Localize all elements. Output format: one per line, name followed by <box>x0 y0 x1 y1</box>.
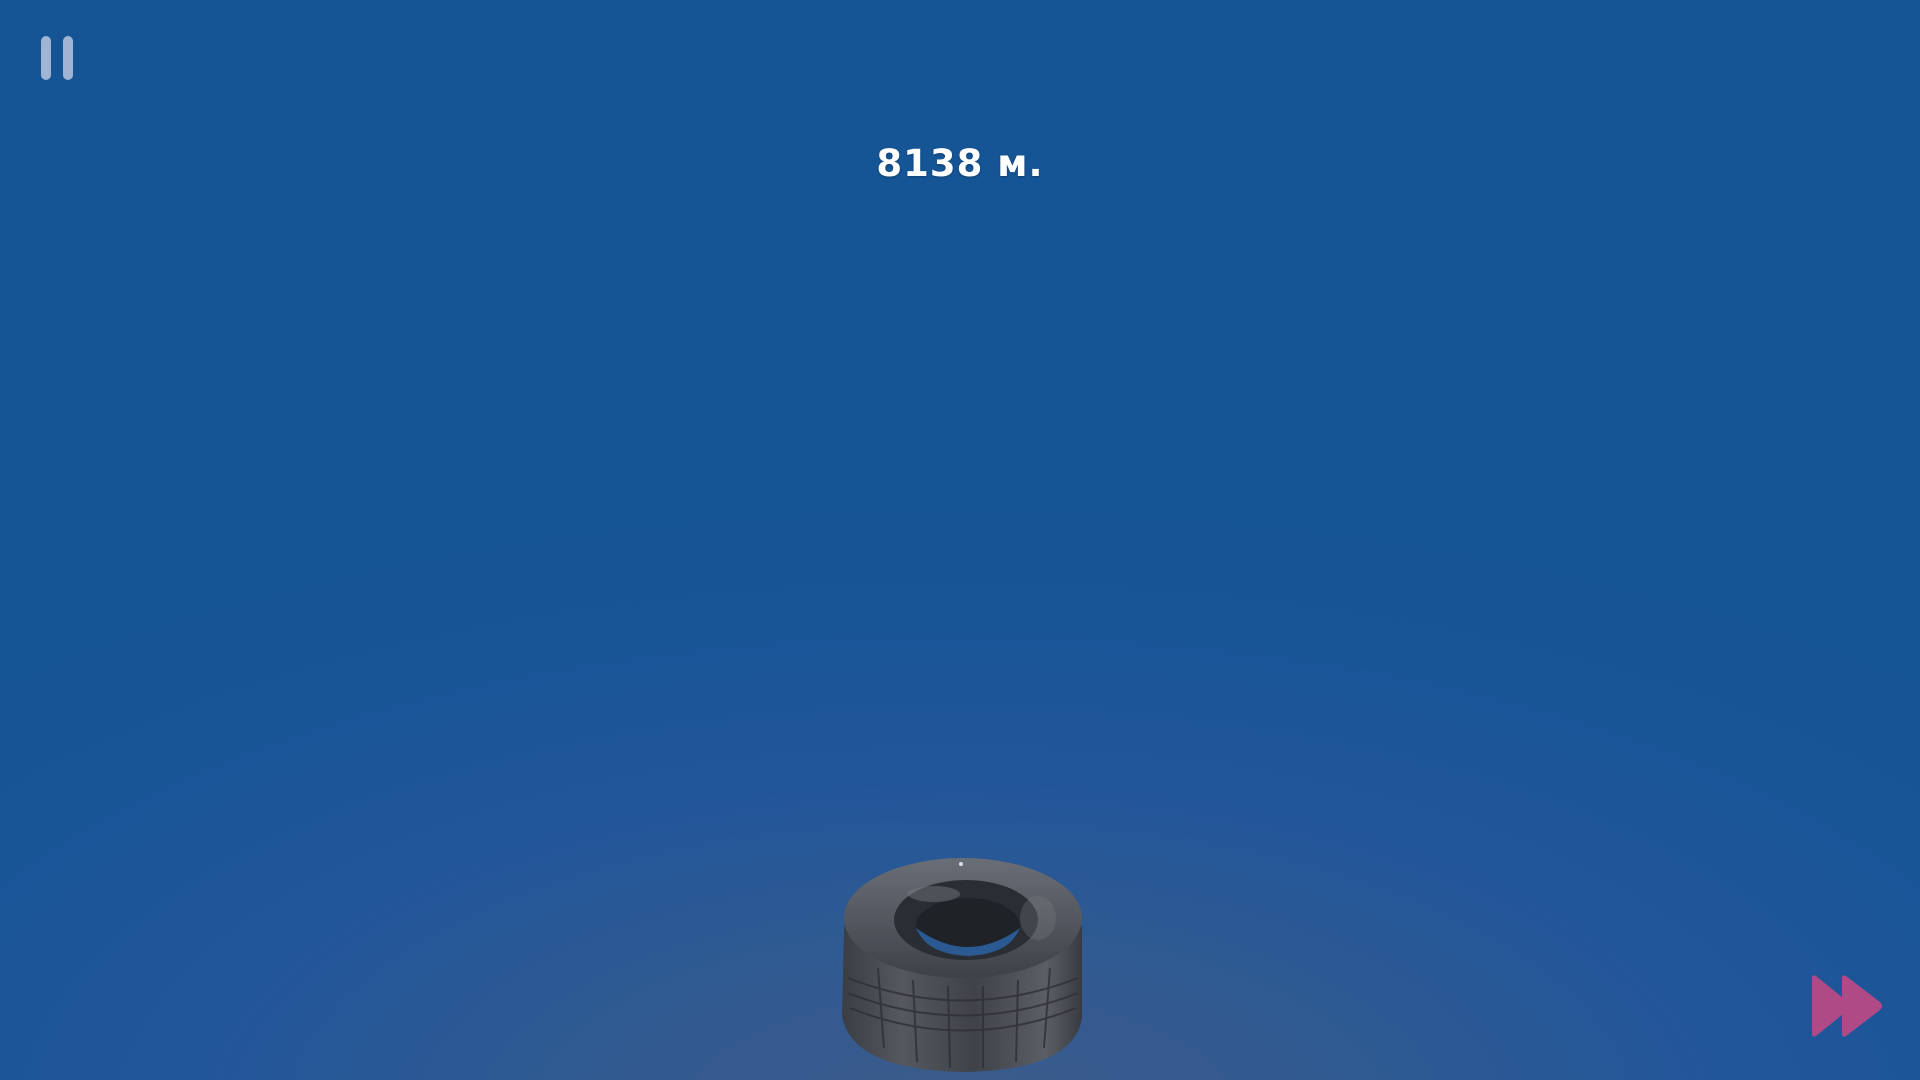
fast-forward-button[interactable] <box>1808 974 1886 1038</box>
tire-icon <box>842 858 1082 1072</box>
fast-forward-icon <box>1812 975 1882 1037</box>
pause-icon-bar-left <box>41 36 51 80</box>
pause-button[interactable] <box>38 34 78 82</box>
game-scene[interactable]: 8138 м. <box>0 0 1920 1080</box>
pause-icon-bar-right <box>63 36 73 80</box>
distance-counter: 8138 м. <box>876 142 1044 185</box>
